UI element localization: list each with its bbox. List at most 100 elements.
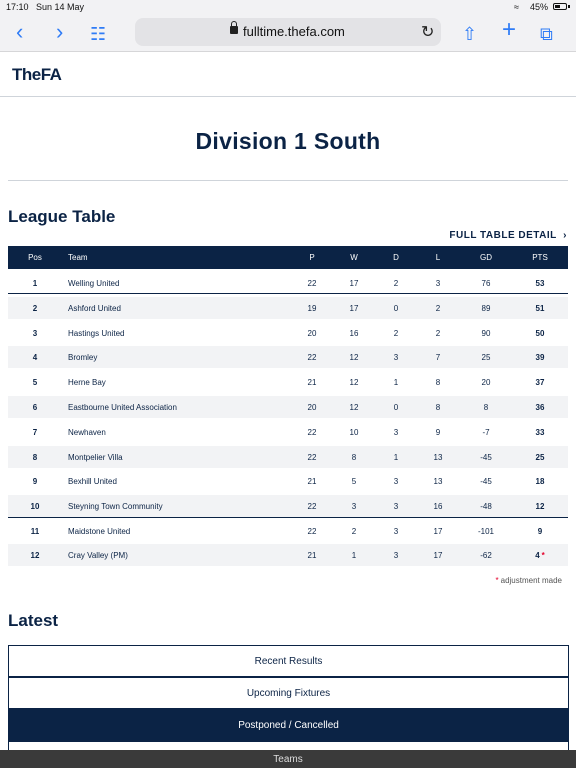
forward-icon[interactable]: ›	[56, 21, 63, 43]
row-pos: 1	[32, 278, 38, 288]
teams-button-overlay[interactable]: Teams	[0, 750, 576, 768]
row-lost: 13	[433, 476, 443, 486]
table-row[interactable]: 2 Ashford United 19 17 0 2 89 51	[8, 297, 568, 319]
row-team[interactable]: Welling United	[68, 272, 288, 294]
row-drawn: 1	[393, 377, 399, 387]
new-tab-icon[interactable]: +	[502, 18, 516, 42]
row-goal-difference: -101	[477, 526, 494, 536]
row-played: 22	[307, 278, 317, 288]
row-drawn: 3	[393, 501, 399, 511]
fa-logo[interactable]: TheFA	[12, 65, 62, 85]
table-row[interactable]: 8 Montpelier Villa 22 8 1 13 -45 25	[8, 446, 568, 468]
full-table-detail-label: FULL TABLE DETAIL	[449, 230, 557, 241]
row-team[interactable]: Hastings United	[68, 322, 288, 344]
table-row[interactable]: 5 Herne Bay 21 12 1 8 20 37	[8, 371, 568, 393]
battery-icon	[553, 3, 567, 10]
row-team[interactable]: Ashford United	[68, 297, 288, 319]
full-table-detail-link[interactable]: FULL TABLE DETAIL ›	[449, 230, 567, 241]
header-goal-difference: GD	[480, 253, 492, 262]
table-row[interactable]: 12 Cray Valley (PM) 21 1 3 17 -62 4 *	[8, 544, 568, 566]
row-goal-difference: -48	[480, 501, 492, 511]
latest-heading: Latest	[8, 611, 59, 630]
row-drawn: 3	[393, 427, 399, 437]
row-played: 22	[307, 501, 317, 511]
promotion-line	[8, 293, 568, 294]
status-time: 17:10	[6, 2, 29, 12]
row-points: 39	[535, 352, 545, 362]
share-icon[interactable]: ⇧	[462, 23, 477, 45]
table-row[interactable]: 4 Bromley 22 12 3 7 25 39	[8, 346, 568, 368]
header-team: Team	[68, 253, 88, 262]
row-lost: 2	[435, 328, 441, 338]
page-title: Division 1 South	[195, 128, 381, 154]
row-lost: 17	[433, 550, 443, 560]
table-row[interactable]: 11 Maidstone United 22 2 3 17 -101 9	[8, 520, 568, 542]
row-goal-difference: 90	[481, 328, 491, 338]
row-won: 17	[349, 278, 359, 288]
row-points: 36	[535, 402, 545, 412]
row-won: 12	[349, 377, 359, 387]
row-lost: 16	[433, 501, 443, 511]
row-won: 17	[349, 303, 359, 313]
row-team[interactable]: Steyning Town Community	[68, 495, 288, 517]
row-points: 4 *	[524, 544, 556, 566]
table-row[interactable]: 10 Steyning Town Community 22 3 3 16 -48…	[8, 495, 568, 517]
header-drawn: D	[393, 253, 399, 262]
row-goal-difference: 89	[481, 303, 491, 313]
adjustment-note: * adjustment made	[496, 576, 563, 585]
row-team[interactable]: Bexhill United	[68, 470, 288, 492]
battery-percent: 45%	[530, 2, 549, 12]
row-played: 21	[307, 550, 317, 560]
row-won: 1	[351, 550, 357, 560]
row-drawn: 3	[393, 526, 399, 536]
row-played: 21	[307, 377, 317, 387]
table-row[interactable]: 9 Bexhill United 21 5 3 13 -45 18	[8, 470, 568, 492]
adjustment-note-text: adjustment made	[500, 576, 562, 585]
row-goal-difference: -7	[482, 427, 490, 437]
header-points: PTS	[532, 253, 548, 262]
row-won: 3	[351, 501, 357, 511]
row-goal-difference: 76	[481, 278, 491, 288]
row-team[interactable]: Bromley	[68, 346, 288, 368]
tabs-icon[interactable]: ⧉	[540, 23, 553, 45]
row-goal-difference: 25	[481, 352, 491, 362]
table-row[interactable]: 7 Newhaven 22 10 3 9 -7 33	[8, 421, 568, 443]
table-row[interactable]: 3 Hastings United 20 16 2 2 90 50	[8, 322, 568, 344]
row-goal-difference: -45	[480, 452, 492, 462]
table-row[interactable]: 6 Eastbourne United Association 20 12 0 …	[8, 396, 568, 418]
row-team[interactable]: Herne Bay	[68, 371, 288, 393]
row-points: 37	[535, 377, 545, 387]
row-won: 16	[349, 328, 359, 338]
row-played: 22	[307, 427, 317, 437]
row-team[interactable]: Cray Valley (PM)	[68, 544, 288, 566]
row-played: 21	[307, 476, 317, 486]
upcoming-fixtures-button[interactable]: Upcoming Fixtures	[8, 677, 569, 709]
league-table-heading: League Table	[8, 207, 116, 226]
row-drawn: 0	[393, 303, 399, 313]
status-bar: 17:10 Sun 14 May ≈ 45%	[0, 0, 576, 14]
postponed-cancelled-button[interactable]: Postponed / Cancelled	[8, 709, 569, 741]
reload-icon[interactable]: ↻	[421, 22, 434, 42]
row-pos: 11	[30, 526, 40, 536]
address-bar[interactable]: fulltime.thefa.com ↻	[135, 18, 441, 46]
row-team[interactable]: Newhaven	[68, 421, 288, 443]
divider	[8, 180, 568, 181]
wifi-icon: ≈	[514, 2, 519, 12]
row-lost: 8	[435, 402, 441, 412]
row-team[interactable]: Eastbourne United Association	[68, 396, 288, 418]
row-drawn: 2	[393, 328, 399, 338]
row-lost: 13	[433, 452, 443, 462]
row-points: 33	[535, 427, 545, 437]
table-row[interactable]: 1 Welling United 22 17 2 3 76 53	[8, 272, 568, 294]
row-lost: 3	[435, 278, 441, 288]
row-played: 20	[307, 328, 317, 338]
row-team[interactable]: Maidstone United	[68, 520, 288, 542]
recent-results-button[interactable]: Recent Results	[8, 645, 569, 677]
bookmarks-icon[interactable]: ☷	[90, 23, 106, 45]
header-lost: L	[435, 253, 441, 262]
row-drawn: 2	[393, 278, 399, 288]
row-team[interactable]: Montpelier Villa	[68, 446, 288, 468]
back-icon[interactable]: ‹	[16, 21, 23, 43]
row-drawn: 3	[393, 550, 399, 560]
row-won: 12	[349, 352, 359, 362]
